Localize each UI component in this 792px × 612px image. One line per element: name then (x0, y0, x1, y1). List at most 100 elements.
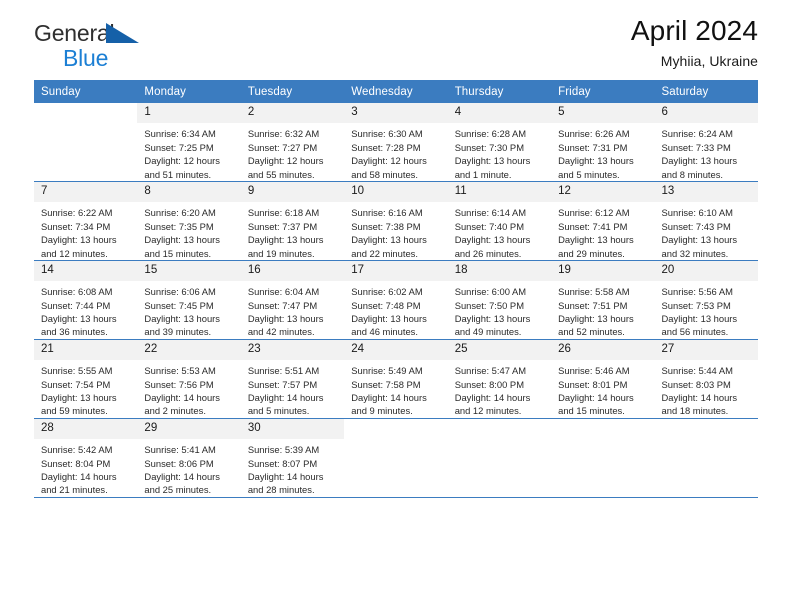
sunrise-time: Sunrise: 5:53 AM (144, 365, 216, 377)
daylight-duration-line2: and 32 minutes. (661, 247, 729, 259)
daylight-duration-line2: and 25 minutes. (144, 484, 212, 496)
calendar-day-cell[interactable]: 5 Sunrise: 6:26 AM Sunset: 7:31 PM Daylight… (551, 103, 655, 182)
logo-text-general: General (34, 20, 115, 46)
calendar-day-cell[interactable]: 26 Sunrise: 5:46 AM Sunset: 8:01 PM Dayligh… (551, 339, 655, 419)
day-sun-info: Sunrise: 6:18 AM Sunset: 7:37 PM Daylight:… (241, 202, 344, 260)
daylight-duration-line1: Daylight: 14 hours (351, 392, 427, 403)
calendar-day-cell[interactable]: 13 Sunrise: 6:10 AM Sunset: 7:43 PM Dayligh… (654, 181, 758, 261)
sunset-time: Sunset: 8:04 PM (41, 457, 111, 469)
day-cell-content: 28 Sunrise: 5:42 AM Sunset: 8:04 PM Dayligh… (34, 418, 138, 497)
calendar-day-cell[interactable]: 6 Sunrise: 6:24 AM Sunset: 7:33 PM Daylight… (654, 103, 758, 182)
calendar-day-cell[interactable]: 3 Sunrise: 6:30 AM Sunset: 7:28 PM Daylight… (344, 103, 448, 182)
calendar-day-cell[interactable]: 19 Sunrise: 5:58 AM Sunset: 7:51 PM Dayligh… (551, 260, 655, 340)
daylight-duration-line2: and 15 minutes. (144, 247, 212, 259)
sunset-time: Sunset: 7:43 PM (661, 220, 731, 232)
day-sun-info: Sunrise: 6:20 AM Sunset: 7:35 PM Daylight:… (137, 202, 240, 260)
daylight-duration-line1: Daylight: 13 hours (41, 313, 117, 325)
daylight-duration-line2: and 42 minutes. (247, 326, 315, 338)
weekday-header-monday: Monday (137, 80, 241, 103)
daylight-duration-line2: and 9 minutes. (351, 405, 413, 417)
day-number: 21 (34, 339, 138, 361)
calendar-day-cell[interactable]: 11 Sunrise: 6:14 AM Sunset: 7:40 PM Dayligh… (447, 181, 552, 261)
calendar-day-cell[interactable]: 10 Sunrise: 6:16 AM Sunset: 7:38 PM Dayligh… (344, 181, 448, 261)
calendar-day-cell[interactable]: 20 Sunrise: 5:56 AM Sunset: 7:53 PM Dayligh… (654, 260, 758, 340)
calendar-day-cell[interactable]: 16 Sunrise: 6:04 AM Sunset: 7:47 PM Dayligh… (240, 260, 345, 340)
day-number: 14 (34, 260, 138, 282)
daylight-duration-line1: Daylight: 14 hours (454, 392, 531, 403)
day-cell-content: 23 Sunrise: 5:51 AM Sunset: 7:57 PM Dayligh… (240, 339, 345, 418)
sunrise-time: Sunrise: 6:34 AM (144, 128, 216, 140)
daylight-duration-line2: and 55 minutes. (247, 168, 315, 180)
calendar-week-row: 14 Sunrise: 6:08 AM Sunset: 7:44 PM Dayligh… (34, 260, 758, 340)
calendar-day-cell[interactable]: 9 Sunrise: 6:18 AM Sunset: 7:37 PM Daylight… (240, 181, 345, 261)
day-number: 23 (240, 339, 345, 361)
calendar-day-cell[interactable]: 28 Sunrise: 5:42 AM Sunset: 8:04 PM Dayligh… (34, 418, 138, 498)
day-sun-info: Sunrise: 6:14 AM Sunset: 7:40 PM Daylight:… (448, 202, 551, 260)
sunrise-time: Sunrise: 6:20 AM (144, 207, 216, 219)
calendar-day-cell[interactable]: 22 Sunrise: 5:53 AM Sunset: 7:56 PM Dayligh… (137, 339, 241, 419)
calendar-day-cell-empty (447, 418, 552, 498)
sunrise-time: Sunrise: 6:04 AM (247, 286, 320, 298)
calendar-day-cell[interactable]: 15 Sunrise: 6:06 AM Sunset: 7:45 PM Dayligh… (137, 260, 241, 340)
sunset-time: Sunset: 7:45 PM (144, 299, 214, 311)
calendar-day-cell[interactable]: 29 Sunrise: 5:41 AM Sunset: 8:06 PM Dayligh… (137, 418, 241, 498)
daylight-duration-line2: and 5 minutes. (558, 168, 620, 180)
day-cell-content: 2 Sunrise: 6:32 AM Sunset: 7:27 PM Daylight… (240, 103, 345, 181)
day-number: 4 (447, 103, 552, 124)
day-cell-content: 26 Sunrise: 5:46 AM Sunset: 8:01 PM Dayligh… (551, 339, 655, 418)
sunset-time: Sunset: 8:03 PM (661, 378, 731, 390)
day-cell-content: 4 Sunrise: 6:28 AM Sunset: 7:30 PM Daylight… (447, 103, 552, 181)
day-cell-content: 3 Sunrise: 6:30 AM Sunset: 7:28 PM Daylight… (344, 103, 448, 181)
sunrise-time: Sunrise: 5:44 AM (661, 365, 733, 377)
calendar-day-cell[interactable]: 8 Sunrise: 6:20 AM Sunset: 7:35 PM Daylight… (137, 181, 241, 261)
daylight-duration-line2: and 5 minutes. (247, 405, 310, 417)
calendar-day-cell[interactable]: 2 Sunrise: 6:32 AM Sunset: 7:27 PM Daylight… (240, 103, 345, 182)
day-number: 9 (240, 181, 345, 203)
day-number: 3 (344, 103, 448, 124)
daylight-duration-line1: Daylight: 13 hours (558, 234, 634, 246)
calendar-day-cell[interactable]: 24 Sunrise: 5:49 AM Sunset: 7:58 PM Dayligh… (344, 339, 448, 419)
calendar-day-cell[interactable]: 21 Sunrise: 5:55 AM Sunset: 7:54 PM Dayligh… (34, 339, 138, 419)
weekday-header-friday: Friday (551, 80, 655, 103)
daylight-duration-line1: Daylight: 12 hours (351, 155, 427, 167)
calendar-day-cell[interactable]: 27 Sunrise: 5:44 AM Sunset: 8:03 PM Dayligh… (654, 339, 758, 419)
general-blue-logo[interactable]: General Blue (34, 22, 244, 72)
page-title: April 2024 (630, 15, 758, 46)
calendar-day-cell[interactable]: 18 Sunrise: 6:00 AM Sunset: 7:50 PM Dayligh… (447, 260, 552, 340)
daylight-duration-line1: Daylight: 13 hours (661, 234, 738, 246)
day-cell-content: 21 Sunrise: 5:55 AM Sunset: 7:54 PM Dayligh… (34, 339, 138, 418)
calendar-day-cell[interactable]: 12 Sunrise: 6:12 AM Sunset: 7:41 PM Dayligh… (551, 181, 655, 261)
sunrise-time: Sunrise: 6:18 AM (247, 207, 320, 219)
daylight-duration-line1: Daylight: 13 hours (454, 313, 531, 325)
calendar-day-cell[interactable]: 7 Sunrise: 6:22 AM Sunset: 7:34 PM Daylight… (34, 181, 138, 261)
sunrise-time: Sunrise: 6:26 AM (558, 128, 630, 140)
day-sun-info: Sunrise: 5:58 AM Sunset: 7:51 PM Daylight:… (551, 281, 654, 339)
daylight-duration-line2: and 8 minutes. (661, 168, 724, 180)
calendar-day-cell[interactable]: 17 Sunrise: 6:02 AM Sunset: 7:48 PM Dayligh… (344, 260, 448, 340)
sunrise-time: Sunrise: 6:28 AM (454, 128, 527, 140)
day-number: 28 (34, 418, 138, 440)
calendar-day-cell[interactable]: 4 Sunrise: 6:28 AM Sunset: 7:30 PM Daylight… (447, 103, 552, 182)
sunrise-time: Sunrise: 5:56 AM (661, 286, 733, 298)
calendar-day-cell[interactable]: 25 Sunrise: 5:47 AM Sunset: 8:00 PM Dayligh… (447, 339, 552, 419)
calendar-day-cell[interactable]: 1 Sunrise: 6:34 AM Sunset: 7:25 PM Daylight… (137, 103, 241, 182)
day-sun-info: Sunrise: 5:41 AM Sunset: 8:06 PM Daylight:… (137, 439, 240, 497)
daylight-duration-line1: Daylight: 13 hours (351, 234, 427, 246)
day-number: 16 (240, 260, 345, 282)
day-cell-content: 17 Sunrise: 6:02 AM Sunset: 7:48 PM Dayligh… (344, 260, 448, 339)
weekday-header-saturday: Saturday (654, 80, 758, 103)
day-sun-info: Sunrise: 6:24 AM Sunset: 7:33 PM Daylight:… (655, 123, 758, 181)
daylight-duration-line2: and 46 minutes. (351, 326, 418, 338)
day-sun-info: Sunrise: 6:16 AM Sunset: 7:38 PM Daylight:… (344, 202, 447, 260)
sunrise-time: Sunrise: 6:24 AM (661, 128, 733, 140)
day-sun-info: Sunrise: 6:00 AM Sunset: 7:50 PM Daylight:… (448, 281, 551, 339)
calendar-day-cell[interactable]: 14 Sunrise: 6:08 AM Sunset: 7:44 PM Dayligh… (34, 260, 138, 340)
sunset-time: Sunset: 7:37 PM (247, 220, 318, 232)
daylight-duration-line2: and 49 minutes. (454, 326, 522, 338)
calendar-day-cell[interactable]: 30 Sunrise: 5:39 AM Sunset: 8:07 PM Dayligh… (240, 418, 345, 498)
daylight-duration-line2: and 56 minutes. (661, 326, 729, 338)
day-sun-info: Sunrise: 5:46 AM Sunset: 8:01 PM Daylight:… (551, 360, 654, 418)
day-cell-content: 13 Sunrise: 6:10 AM Sunset: 7:43 PM Dayligh… (654, 181, 758, 260)
sunset-time: Sunset: 7:35 PM (144, 220, 214, 232)
calendar-day-cell[interactable]: 23 Sunrise: 5:51 AM Sunset: 7:57 PM Dayligh… (240, 339, 345, 419)
